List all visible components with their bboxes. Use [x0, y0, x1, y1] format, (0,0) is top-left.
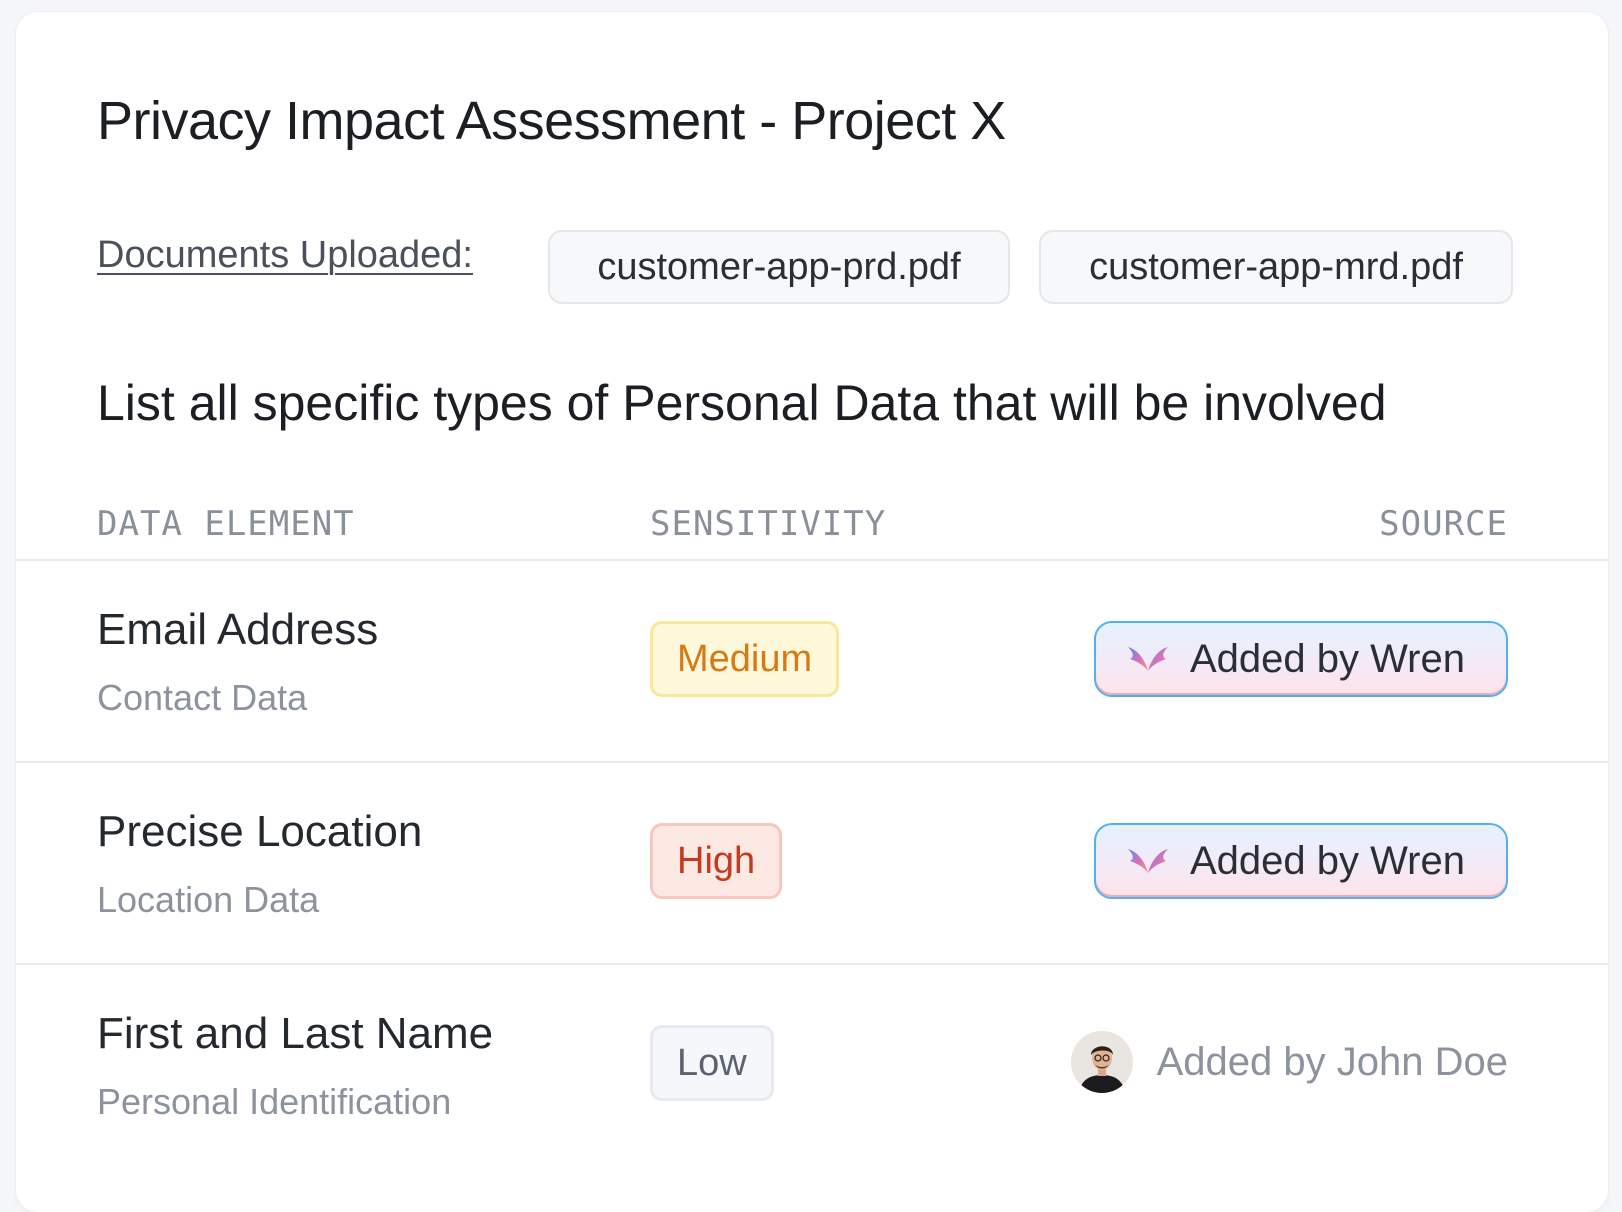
assessment-card: Privacy Impact Assessment - Project X Do…: [16, 12, 1608, 1212]
document-chip-mrd[interactable]: customer-app-mrd.pdf: [1039, 230, 1513, 304]
wren-logo-icon: [1128, 647, 1168, 671]
sensitivity-badge[interactable]: High: [650, 823, 783, 899]
source-badge-wren[interactable]: Added by Wren: [1094, 823, 1508, 899]
document-chip-prd[interactable]: customer-app-prd.pdf: [548, 230, 1010, 304]
source-badge-wren[interactable]: Added by Wren: [1094, 621, 1508, 697]
source-label: Added by Wren: [1190, 838, 1465, 883]
data-element-category: Personal Identification: [97, 1081, 452, 1122]
source-label: Added by Wren: [1190, 636, 1465, 681]
section-question: List all specific types of Personal Data…: [97, 375, 1387, 431]
data-element-category: Location Data: [97, 879, 320, 920]
wren-logo-icon: [1128, 849, 1168, 873]
source-user[interactable]: Added by John Doe: [1070, 1029, 1508, 1095]
table-row[interactable]: Email Address Contact Data Medium Added …: [16, 561, 1608, 761]
data-element-name: First and Last Name: [97, 1009, 494, 1058]
page-title: Privacy Impact Assessment - Project X: [97, 91, 1006, 151]
data-element-name: Precise Location: [97, 807, 423, 856]
data-element-name: Email Address: [97, 605, 379, 654]
column-header-source: SOURCE: [1379, 504, 1508, 544]
table-row[interactable]: First and Last Name Personal Identificat…: [16, 965, 1608, 1165]
column-header-data-element: DATA ELEMENT: [97, 504, 355, 544]
source-label: Added by John Doe: [1156, 1039, 1508, 1084]
sensitivity-badge[interactable]: Medium: [650, 621, 840, 697]
column-header-sensitivity: SENSITIVITY: [650, 504, 887, 544]
data-element-category: Contact Data: [97, 677, 308, 718]
documents-uploaded-link[interactable]: Documents Uploaded:: [97, 234, 473, 277]
avatar: [1070, 1031, 1133, 1093]
sensitivity-badge[interactable]: Low: [650, 1025, 774, 1101]
table-row[interactable]: Precise Location Location Data High Adde…: [16, 763, 1608, 963]
